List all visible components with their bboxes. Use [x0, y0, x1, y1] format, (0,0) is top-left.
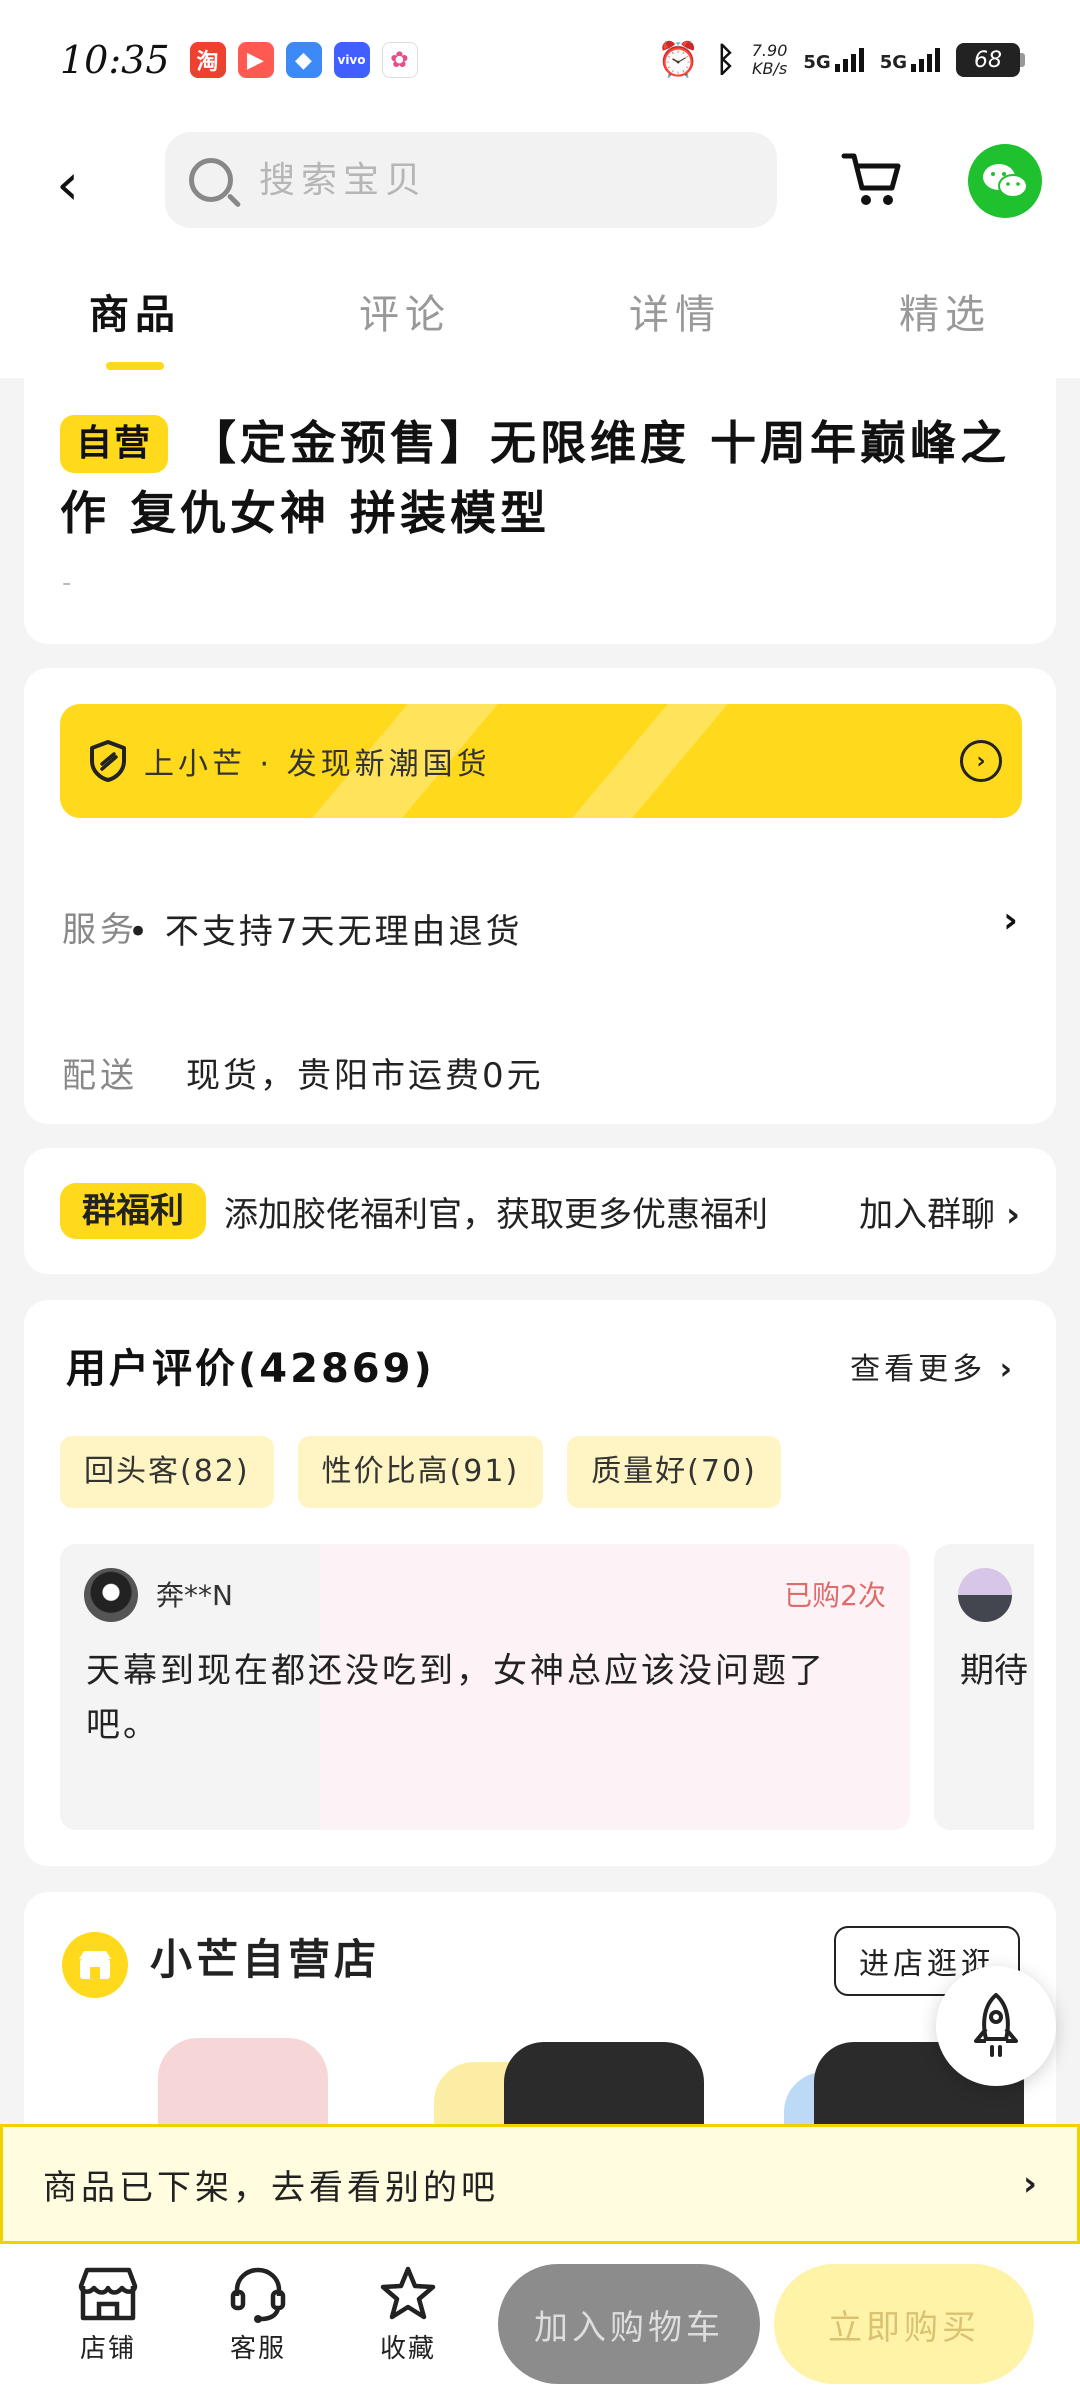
store-card: 小芒自营店 进店逛逛	[24, 1892, 1056, 2132]
search-icon	[189, 158, 233, 202]
product-title-block: 自营 【定金预售】无限维度 十周年巅峰之作 复仇女神 拼装模型	[60, 408, 1020, 548]
section-tabs: 商品 评论 详情 精选	[0, 260, 1080, 378]
search-input[interactable]	[259, 159, 699, 201]
delivery-label: 配送	[62, 1056, 138, 1096]
shop-icon	[78, 2267, 138, 2321]
favorite-button[interactable]: 收藏	[348, 2264, 468, 2365]
star-icon	[380, 2266, 436, 2320]
service-value[interactable]: • 不支持7天无理由退货	[128, 904, 523, 953]
shop-nav-button[interactable]: 店铺	[48, 2264, 168, 2365]
see-more-reviews-link[interactable]: 查看更多 ›	[850, 1344, 1016, 1388]
review-tags: 回头客(82) 性价比高(91) 质量好(70)	[60, 1436, 781, 1508]
see-more-label: 查看更多	[850, 1352, 987, 1387]
group-benefit-badge: 群福利	[60, 1183, 206, 1239]
wechat-share-icon[interactable]	[968, 144, 1042, 218]
product-thumbnail[interactable]	[158, 2038, 328, 2132]
network-speed: 7.90 KB/s	[752, 42, 788, 78]
review-item[interactable]: 奔**N 已购2次 天幕到现在都还没吃到，女神总应该没问题了吧。	[60, 1544, 910, 1830]
delivery-value: 现货，贵阳市运费0元	[186, 1056, 544, 1096]
search-bar[interactable]	[165, 132, 777, 228]
shield-icon	[90, 740, 126, 782]
tab-comments[interactable]: 评论	[270, 260, 540, 378]
signal-1: 5G	[803, 48, 864, 73]
network-label-1: 5G	[803, 52, 831, 73]
promo-text: 上小芒 · 发现新潮国货	[144, 747, 491, 782]
join-group-link[interactable]: 加入群聊 ›	[859, 1187, 1020, 1236]
bluetooth-icon: ᛒ	[715, 40, 736, 80]
bottom-action-bar: 店铺 客服 收藏 加入购物车 立即购买	[0, 2244, 1080, 2400]
avatar	[84, 1568, 138, 1622]
chevron-right-icon: ›	[999, 1352, 1016, 1387]
signal-2: 5G	[880, 48, 940, 72]
review-text: 期待	[960, 1651, 1028, 1691]
review-tag[interactable]: 回头客(82)	[60, 1436, 274, 1508]
review-tag[interactable]: 性价比高(91)	[297, 1436, 544, 1508]
product-title-card: 自营 【定金预售】无限维度 十周年巅峰之作 复仇女神 拼装模型 -	[24, 378, 1056, 644]
self-operated-badge: 自营	[60, 415, 169, 473]
status-app-icons: 淘 ▶ ◆ vivo ✿	[189, 42, 418, 78]
status-bar: 10:35 淘 ▶ ◆ vivo ✿ ⏰ ᛒ 7.90 KB/s 5G 5G 6…	[0, 0, 1080, 120]
group-benefit-text: 添加胶佬福利官，获取更多优惠福利	[224, 1194, 768, 1235]
vivo-app-icon: vivo	[333, 42, 370, 78]
tab-details[interactable]: 详情	[540, 260, 810, 378]
group-benefit-card[interactable]: 群福利 添加胶佬福利官，获取更多优惠福利 加入群聊 ›	[24, 1148, 1056, 1274]
battery-icon: 68	[956, 43, 1025, 77]
alarm-icon: ⏰	[657, 40, 700, 80]
review-item[interactable]: 期待	[934, 1544, 1034, 1830]
service-label: 服务	[62, 910, 138, 950]
tab-product[interactable]: 商品	[0, 260, 270, 378]
video-app-icon: ▶	[237, 42, 274, 78]
cart-icon[interactable]	[838, 144, 908, 214]
speed-value: 7.90	[751, 41, 788, 60]
product-subtitle: -	[62, 568, 72, 598]
chevron-right-icon[interactable]: ›	[1003, 900, 1018, 941]
chevron-right-circle-icon[interactable]: ›	[960, 740, 1002, 782]
off-shelf-text: 商品已下架，去看看别的吧	[43, 2167, 499, 2208]
banner-stripe	[572, 704, 728, 818]
back-icon[interactable]: ‹	[56, 155, 116, 216]
battery-level: 68	[974, 47, 1002, 73]
headset-icon	[230, 2267, 286, 2323]
signal-bars-icon	[834, 48, 864, 72]
service-label: 客服	[229, 2334, 286, 2364]
review-text: 天幕到现在都还没吃到，女神总应该没问题了吧。	[86, 1651, 826, 1745]
chevron-right-icon: ›	[1005, 1194, 1020, 1235]
chevron-right-icon: ›	[1022, 2164, 1037, 2204]
favorite-label: 收藏	[379, 2334, 436, 2364]
speed-unit: KB/s	[751, 59, 788, 78]
tab-featured[interactable]: 精选	[810, 260, 1080, 378]
service-card: 上小芒 · 发现新潮国货 › 服务 • 不支持7天无理由退货 › 配送 现货，贵…	[24, 668, 1056, 1124]
review-tag[interactable]: 质量好(70)	[567, 1436, 781, 1508]
network-label-2: 5G	[879, 52, 907, 73]
shop-label: 店铺	[79, 2334, 136, 2364]
browser-app-icon: ◆	[285, 42, 322, 78]
repurchase-badge: 已购2次	[784, 1579, 886, 1612]
reviewer-name: 奔**N	[156, 1579, 233, 1612]
product-thumbnail[interactable]	[504, 2042, 704, 2132]
promo-banner[interactable]: 上小芒 · 发现新潮国货 ›	[60, 704, 1022, 818]
reviews-card: 用户评价(42869) 查看更多 › 回头客(82) 性价比高(91) 质量好(…	[24, 1300, 1056, 1866]
store-name: 小芒自营店	[150, 1935, 381, 1984]
product-title: 【定金预售】无限维度 十周年巅峰之作 复仇女神 拼装模型	[60, 416, 1011, 540]
add-to-cart-button[interactable]: 加入购物车	[498, 2264, 760, 2384]
rocket-icon[interactable]	[936, 1966, 1056, 2086]
join-group-label: 加入群聊	[859, 1194, 996, 1235]
store-logo-icon	[62, 1932, 128, 1998]
off-shelf-notice[interactable]: 商品已下架，去看看别的吧 ›	[0, 2124, 1080, 2244]
signal-bars-icon	[911, 48, 940, 72]
assistant-app-icon: ✿	[381, 42, 418, 78]
status-time: 10:35	[60, 38, 170, 82]
top-header: ‹	[0, 120, 1080, 260]
buy-now-button[interactable]: 立即购买	[774, 2264, 1034, 2384]
avatar	[958, 1568, 1012, 1622]
taobao-app-icon: 淘	[189, 42, 226, 78]
reviews-title: 用户评价(42869)	[66, 1346, 435, 1392]
customer-service-button[interactable]: 客服	[198, 2264, 318, 2365]
